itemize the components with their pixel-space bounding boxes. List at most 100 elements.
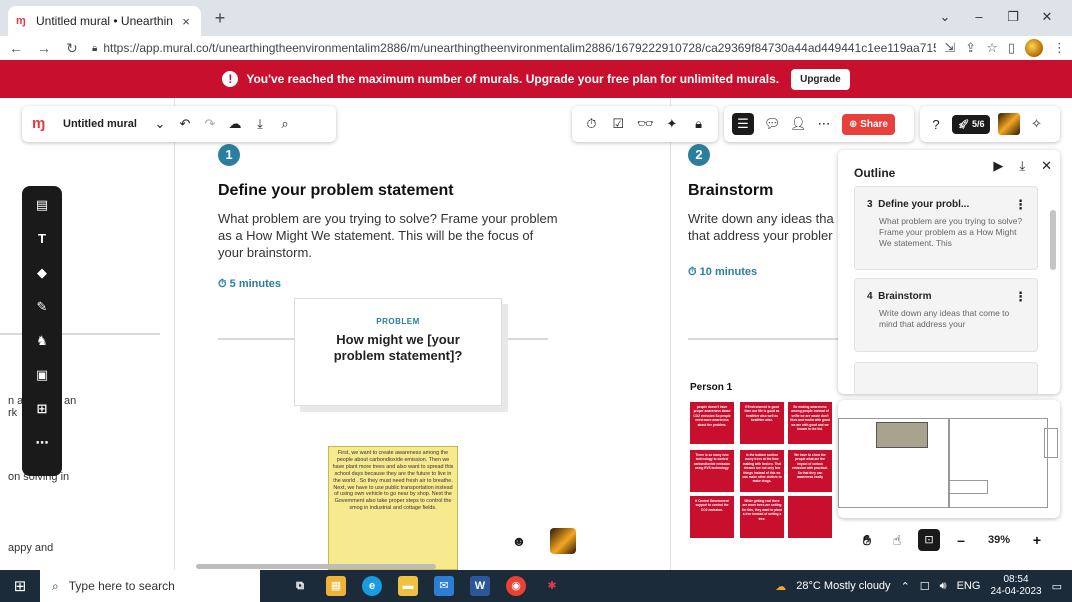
upgrade-button[interactable]: Upgrade bbox=[791, 68, 850, 90]
mail-icon[interactable]: ✉ bbox=[434, 576, 454, 596]
zoom-in-button[interactable]: + bbox=[1028, 532, 1046, 548]
fit-view-icon[interactable]: ⊡ bbox=[918, 529, 940, 551]
windows-start-icon[interactable]: ⊞ bbox=[0, 577, 40, 595]
red-sticky-note[interactable]: We have to show the people what are the … bbox=[788, 450, 832, 492]
image-tool-icon[interactable]: ▣ bbox=[31, 364, 53, 386]
red-sticky-note[interactable]: If Central Government support to control… bbox=[690, 496, 734, 538]
red-sticky-note[interactable]: There is so many new technology to contr… bbox=[690, 450, 734, 492]
collaborator-avatar[interactable] bbox=[998, 113, 1021, 135]
minimap[interactable] bbox=[838, 400, 1060, 518]
search-icon[interactable]: ⌕ bbox=[277, 116, 293, 132]
outline-scrollbar[interactable] bbox=[1050, 210, 1056, 270]
outline-item[interactable]: 4 Brainstorm Write down any ideas that c… bbox=[854, 278, 1038, 352]
browser-menu-icon[interactable]: ⋮ bbox=[1053, 40, 1066, 56]
export-icon[interactable]: ⤓ bbox=[1019, 158, 1025, 174]
notifications-icon[interactable]: ▭ bbox=[1052, 580, 1062, 593]
reaction-emoji-icon[interactable]: ☻ bbox=[506, 528, 532, 554]
chat-icon[interactable]: 💬︎ bbox=[764, 116, 781, 132]
timer-tool-icon[interactable]: ⏱ bbox=[583, 116, 599, 132]
sticky-note-tool-icon[interactable]: ▤ bbox=[31, 194, 53, 216]
sticky-note[interactable]: First, we want to create awareness among… bbox=[328, 446, 458, 570]
templates-tool-icon[interactable]: ♞ bbox=[31, 330, 53, 352]
share-button[interactable]: ⊕ Share bbox=[842, 113, 895, 135]
item-menu-icon[interactable]: ⋮ bbox=[1014, 197, 1027, 213]
outline-icon[interactable]: ☰ bbox=[732, 113, 754, 135]
download-icon[interactable]: ⤓ bbox=[252, 116, 268, 132]
restore-button[interactable]: ❐ bbox=[996, 6, 1030, 28]
red-sticky-note[interactable]: Be making awareness among people instead… bbox=[788, 402, 832, 444]
language-indicator[interactable]: ENG bbox=[957, 580, 981, 592]
frame-divider bbox=[670, 98, 671, 570]
pen-tool-icon[interactable]: ✎ bbox=[31, 296, 53, 318]
outline-item[interactable] bbox=[854, 362, 1038, 394]
share-page-icon[interactable]: ⇪ bbox=[965, 40, 976, 56]
word-icon[interactable]: W bbox=[470, 576, 490, 596]
red-sticky-note[interactable] bbox=[788, 496, 832, 538]
file-explorer-icon[interactable]: ▬ bbox=[398, 576, 418, 596]
minimize-button[interactable]: – bbox=[962, 6, 996, 28]
horizontal-scrollbar[interactable] bbox=[196, 564, 436, 569]
presentation-icon[interactable]: ▶︎ bbox=[993, 158, 1003, 174]
tab-search-icon[interactable]: ⌄ bbox=[928, 6, 962, 28]
voting-icon[interactable]: ☑ bbox=[610, 116, 626, 132]
minimap-viewport[interactable] bbox=[876, 422, 928, 448]
close-window-button[interactable]: ✕ bbox=[1030, 6, 1064, 28]
side-panel-icon[interactable]: ▯ bbox=[1008, 40, 1015, 56]
profile-avatar[interactable] bbox=[1025, 39, 1043, 57]
redo-icon[interactable]: ↷ bbox=[202, 116, 218, 132]
red-sticky-note[interactable]: In the bottom section many trees at the … bbox=[740, 450, 784, 492]
new-tab-button[interactable]: + bbox=[210, 8, 230, 29]
outline-item[interactable]: 3 Define your probl... What problem are … bbox=[854, 186, 1038, 270]
bookmark-star-icon[interactable]: ☆ bbox=[986, 40, 998, 56]
ai-sparkle-icon[interactable]: ✧ bbox=[1028, 116, 1044, 132]
app-icon[interactable]: ✱ bbox=[542, 576, 562, 596]
more-tools-icon[interactable]: ⋯ bbox=[31, 432, 53, 454]
taskbar-search[interactable]: ⌕ Type here to search bbox=[40, 570, 260, 602]
url-input[interactable]: 🔒︎ https://app.mural.co/t/unearthingthee… bbox=[92, 38, 936, 58]
tray-expand-icon[interactable]: ⌃ bbox=[901, 580, 910, 593]
mural-logo-icon[interactable]: ɱ bbox=[32, 116, 54, 132]
text-tool-icon[interactable]: T bbox=[31, 228, 53, 250]
forward-icon[interactable]: → bbox=[34, 40, 54, 56]
more-options-icon[interactable]: ⋯ bbox=[816, 116, 832, 132]
chrome-icon[interactable]: ◉ bbox=[506, 576, 526, 596]
private-mode-icon[interactable]: 👓︎ bbox=[637, 116, 654, 132]
task-view-icon[interactable]: ⧉ bbox=[290, 576, 310, 596]
network-icon[interactable]: ☐ bbox=[920, 580, 930, 593]
install-app-icon[interactable]: ⇲ bbox=[944, 40, 955, 56]
select-tool-icon[interactable]: ☝︎ bbox=[888, 532, 906, 549]
browser-tab[interactable]: ɱ Untitled mural • Unearthing the E × bbox=[8, 6, 201, 36]
onboarding-progress-badge[interactable]: 🚀︎ 5/6 bbox=[952, 114, 991, 134]
lock-area-icon[interactable]: 🔒︎ bbox=[691, 116, 707, 132]
red-sticky-note[interactable]: If Environment is good then our life is … bbox=[740, 402, 784, 444]
mural-name[interactable]: Untitled mural bbox=[63, 118, 143, 130]
undo-icon[interactable]: ↶ bbox=[177, 116, 193, 132]
back-icon[interactable]: ← bbox=[6, 40, 26, 56]
section-timer: ⏱ 10 minutes bbox=[688, 266, 758, 278]
problem-card[interactable]: PROBLEM How might we [your problem state… bbox=[294, 298, 502, 406]
shapes-tool-icon[interactable]: ◆ bbox=[31, 262, 53, 284]
apps-tool-icon[interactable]: ⊞ bbox=[31, 398, 53, 420]
volume-icon[interactable]: 🔊︎ bbox=[940, 580, 947, 593]
chevron-down-icon[interactable]: ⌄ bbox=[152, 116, 168, 132]
item-menu-icon[interactable]: ⋮ bbox=[1014, 289, 1027, 305]
red-sticky-note[interactable]: people doesn't have proper awareness abo… bbox=[690, 402, 734, 444]
left-text-fragment: n a bbox=[8, 395, 24, 407]
participants-icon[interactable]: 👤︎ bbox=[790, 116, 807, 132]
celebrate-avatar-button[interactable] bbox=[550, 528, 576, 554]
help-icon[interactable]: ? bbox=[928, 117, 944, 132]
weather-text[interactable]: 28°C Mostly cloudy bbox=[796, 580, 890, 592]
zoom-out-button[interactable]: – bbox=[952, 532, 970, 548]
mural-canvas[interactable]: ay n a an rk on solving in appy and 1 De… bbox=[0, 98, 1072, 570]
laser-pointer-icon[interactable]: ✦ bbox=[664, 116, 680, 132]
edge-icon[interactable]: e bbox=[362, 576, 382, 596]
clock[interactable]: 08:54 24-04-2023 bbox=[990, 574, 1041, 598]
zoom-level[interactable]: 39% bbox=[982, 534, 1016, 546]
reload-icon[interactable]: ↻ bbox=[62, 40, 82, 57]
outline-panel: Outline ▶︎ ⤓ ✕ 3 Define your probl... Wh… bbox=[838, 150, 1060, 394]
hand-tool-icon[interactable]: ✋︎ bbox=[858, 532, 876, 549]
close-panel-icon[interactable]: ✕ bbox=[1041, 158, 1052, 174]
store-icon[interactable]: ▦ bbox=[326, 576, 346, 596]
close-tab-icon[interactable]: × bbox=[179, 14, 193, 29]
red-sticky-note[interactable]: While getting real there are more trees … bbox=[740, 496, 784, 538]
